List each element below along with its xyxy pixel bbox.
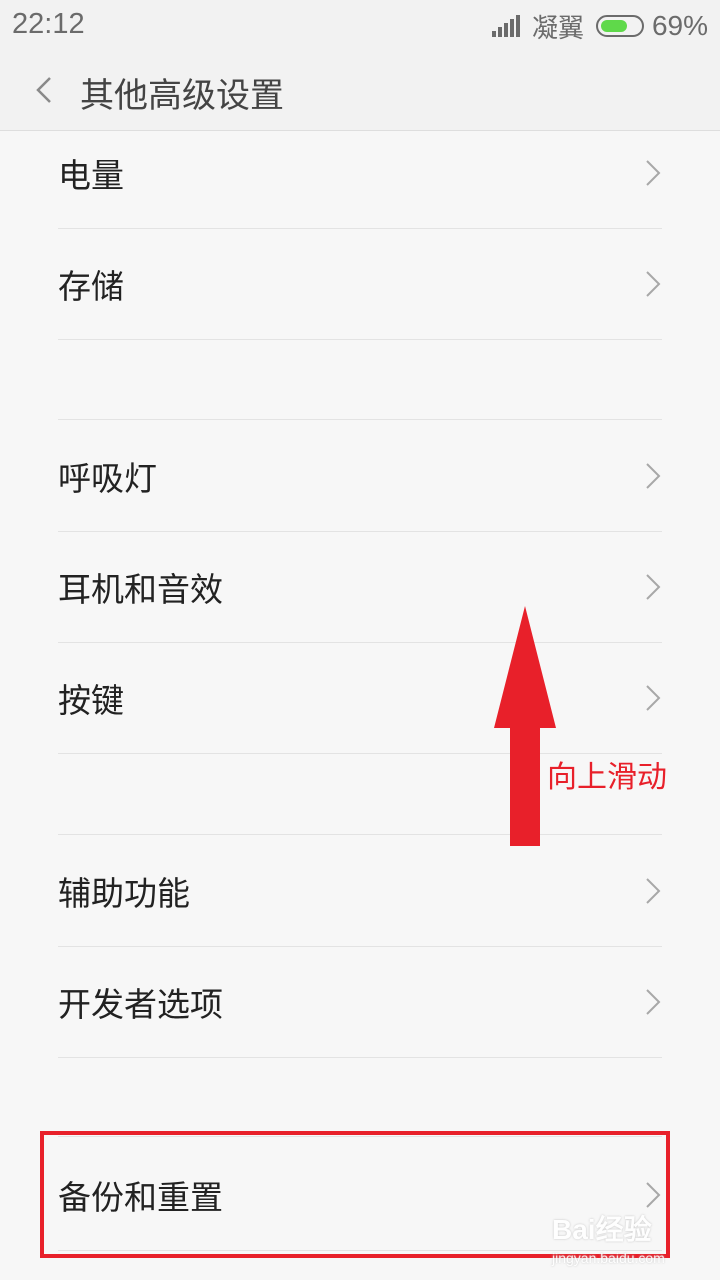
chevron-right-icon: [646, 160, 661, 186]
setting-item-headphones-audio[interactable]: 耳机和音效: [58, 532, 662, 643]
setting-label: 按键: [58, 681, 124, 720]
setting-label: 开发者选项: [58, 985, 223, 1024]
divider: [58, 834, 662, 835]
setting-item-developer-options[interactable]: 开发者选项: [58, 947, 662, 1058]
divider: [58, 419, 662, 420]
swipe-up-annotation: 向上滑动: [547, 760, 667, 795]
signal-icon: [491, 15, 522, 37]
chevron-left-icon[interactable]: [26, 72, 62, 108]
setting-item-accessibility[interactable]: 辅助功能: [58, 836, 662, 947]
carrier-name: 凝翼: [531, 13, 584, 44]
battery-fill: [600, 20, 627, 32]
chevron-right-icon: [646, 878, 661, 904]
battery-percent: 69%: [651, 10, 708, 41]
setting-label: 存储: [58, 267, 124, 306]
setting-label: 呼吸灯: [58, 459, 157, 498]
setting-label: 耳机和音效: [58, 570, 223, 609]
page-title: 其他高级设置: [80, 76, 284, 116]
watermark-url: jingyan.baidu.com: [552, 1250, 665, 1266]
status-right: 凝翼 69%: [491, 8, 708, 44]
status-bar: 22:12 凝翼 69%: [0, 0, 720, 52]
setting-item-buttons[interactable]: 按键: [58, 643, 662, 754]
chevron-right-icon: [646, 463, 661, 489]
setting-label: 辅助功能: [58, 874, 190, 913]
swipe-up-arrow-icon: [494, 606, 556, 846]
watermark-brand: Bai经验: [552, 1214, 652, 1245]
status-time: 22:12: [12, 8, 85, 40]
setting-item-battery[interactable]: 电量: [58, 118, 662, 229]
setting-item-storage[interactable]: 存储: [58, 229, 662, 340]
setting-item-breathing-light[interactable]: 呼吸灯: [58, 421, 662, 532]
watermark: Bai经验 jingyan.baidu.com: [552, 1208, 692, 1268]
chevron-right-icon: [646, 685, 661, 711]
chevron-right-icon: [646, 574, 661, 600]
chevron-right-icon: [646, 989, 661, 1015]
setting-label: 电量: [58, 156, 124, 195]
battery-icon: [595, 15, 644, 37]
chevron-right-icon: [646, 271, 661, 297]
